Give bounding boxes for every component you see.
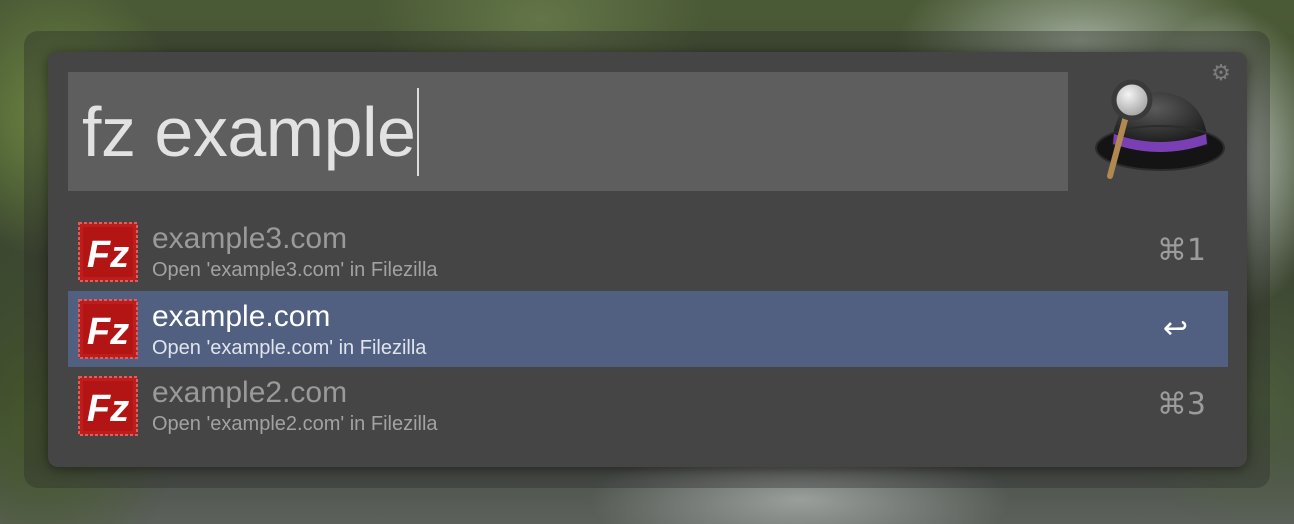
results-list: Fz example3.com Open 'example3.com' in F… <box>68 213 1228 445</box>
return-key-icon: ↩ <box>1162 311 1188 346</box>
result-shortcut: ⌘1 <box>1156 233 1206 268</box>
search-input[interactable]: fz example <box>82 88 420 176</box>
result-subtitle: Open 'example2.com' in Filezilla <box>152 413 438 435</box>
result-subtitle: Open 'example.com' in Filezilla <box>152 337 427 359</box>
result-title: example.com <box>152 300 331 333</box>
result-subtitle: Open 'example3.com' in Filezilla <box>152 259 438 281</box>
filezilla-icon: Fz <box>78 376 138 436</box>
result-title: example3.com <box>152 222 348 255</box>
text-caret <box>417 88 420 176</box>
filezilla-icon: Fz <box>78 222 138 282</box>
result-row-selected[interactable]: Fz example.com Open 'example.com' in Fil… <box>68 291 1228 367</box>
filezilla-icon-letters: Fz <box>87 388 129 430</box>
result-row[interactable]: Fz example2.com Open 'example2.com' in F… <box>68 367 1228 445</box>
result-row[interactable]: Fz example3.com Open 'example3.com' in F… <box>68 213 1228 291</box>
search-query-text: fz example <box>82 93 416 171</box>
launcher-panel: ⚙ fz example Fz example3.com Open 'examp… <box>48 52 1247 467</box>
filezilla-icon-letters: Fz <box>87 311 129 353</box>
result-shortcut: ⌘3 <box>1156 387 1206 422</box>
alfred-hat-logo <box>1090 76 1226 186</box>
filezilla-icon-letters: Fz <box>87 234 129 276</box>
filezilla-icon: Fz <box>78 299 138 359</box>
search-field[interactable]: fz example <box>68 72 1068 191</box>
result-title: example2.com <box>152 376 348 409</box>
